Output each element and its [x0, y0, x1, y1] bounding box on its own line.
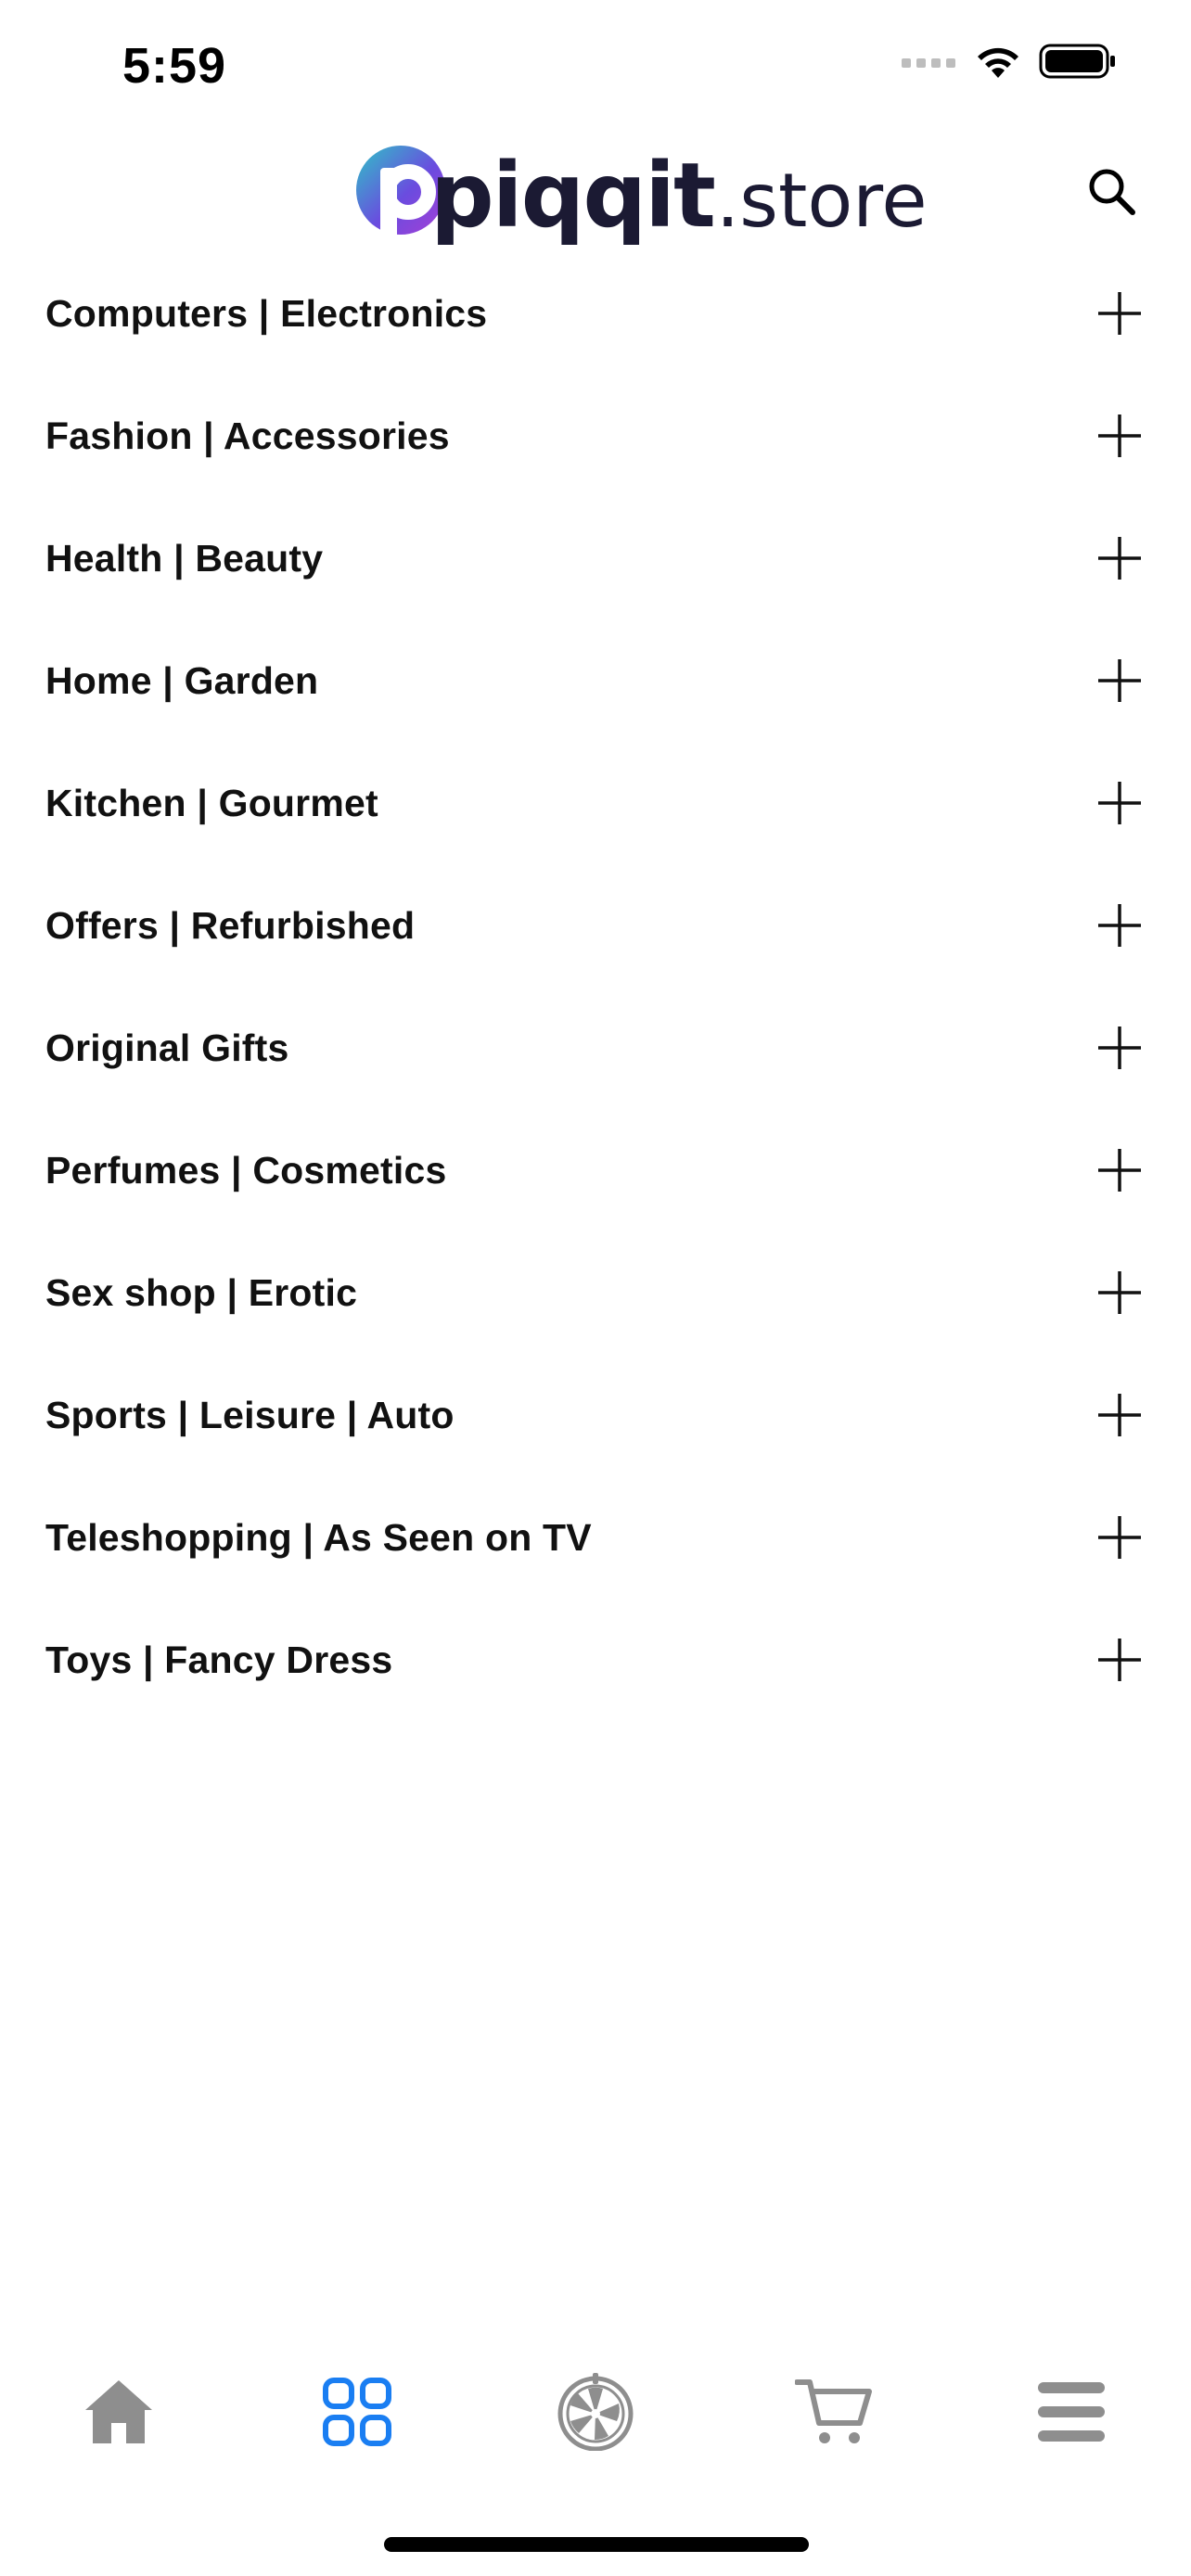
category-item[interactable]: Sports | Leisure | Auto — [0, 1354, 1191, 1476]
category-item[interactable]: Offers | Refurbished — [0, 864, 1191, 987]
category-item[interactable]: Toys | Fancy Dress — [0, 1599, 1191, 1721]
piqqit-logo[interactable]: piqqit .store — [354, 141, 928, 250]
search-icon — [1086, 166, 1138, 223]
category-label: Teleshopping | As Seen on TV — [45, 1515, 592, 1559]
category-list: Computers | Electronics Fashion | Access… — [0, 252, 1191, 1721]
expand-plus-icon[interactable] — [1095, 533, 1145, 583]
grid-icon — [322, 2377, 392, 2452]
category-label: Health | Beauty — [45, 536, 324, 580]
search-button[interactable] — [1080, 161, 1145, 226]
category-item[interactable]: Perfumes | Cosmetics — [0, 1109, 1191, 1231]
tab-cart[interactable] — [783, 2363, 885, 2465]
status-time: 5:59 — [122, 38, 227, 94]
cart-icon — [794, 2377, 873, 2452]
wifi-icon — [974, 43, 1022, 84]
tab-menu[interactable] — [1020, 2363, 1122, 2465]
home-indicator — [384, 2537, 809, 2552]
category-item[interactable]: Original Gifts — [0, 987, 1191, 1109]
wheel-icon — [557, 2372, 634, 2455]
category-label: Fashion | Accessories — [45, 414, 450, 457]
category-item[interactable]: Computers | Electronics — [0, 252, 1191, 375]
tab-wheel[interactable] — [544, 2363, 647, 2465]
expand-plus-icon[interactable] — [1095, 656, 1145, 706]
logo-suffix: .store — [715, 158, 928, 244]
expand-plus-icon[interactable] — [1095, 1268, 1145, 1318]
expand-plus-icon[interactable] — [1095, 778, 1145, 828]
category-label: Sex shop | Erotic — [45, 1270, 358, 1314]
expand-plus-icon[interactable] — [1095, 1390, 1145, 1440]
category-item[interactable]: Health | Beauty — [0, 497, 1191, 619]
status-icons — [902, 43, 1117, 84]
status-bar: 5:59 — [0, 0, 1191, 130]
expand-plus-icon[interactable] — [1095, 1145, 1145, 1195]
logo-wordmark: piqqit — [430, 144, 716, 248]
category-label: Offers | Refurbished — [45, 903, 416, 947]
battery-icon — [1039, 43, 1117, 84]
home-icon — [83, 2378, 154, 2450]
expand-plus-icon[interactable] — [1095, 1512, 1145, 1562]
bottom-tab-bar — [0, 2363, 1191, 2465]
category-label: Home | Garden — [45, 658, 319, 702]
menu-icon — [1036, 2380, 1107, 2448]
category-label: Perfumes | Cosmetics — [45, 1148, 447, 1192]
app-header: piqqit .store — [0, 130, 1191, 260]
category-label: Original Gifts — [45, 1026, 289, 1069]
tab-categories[interactable] — [306, 2363, 408, 2465]
expand-plus-icon[interactable] — [1095, 411, 1145, 461]
category-item[interactable]: Sex shop | Erotic — [0, 1231, 1191, 1354]
category-label: Computers | Electronics — [45, 291, 488, 335]
expand-plus-icon[interactable] — [1095, 1023, 1145, 1073]
tab-home[interactable] — [68, 2363, 170, 2465]
signal-dots-icon — [902, 55, 957, 72]
category-item[interactable]: Fashion | Accessories — [0, 375, 1191, 497]
category-item[interactable]: Home | Garden — [0, 619, 1191, 742]
category-item[interactable]: Kitchen | Gourmet — [0, 742, 1191, 864]
expand-plus-icon[interactable] — [1095, 288, 1145, 338]
expand-plus-icon[interactable] — [1095, 1635, 1145, 1685]
category-label: Toys | Fancy Dress — [45, 1638, 393, 1681]
category-label: Sports | Leisure | Auto — [45, 1393, 455, 1436]
expand-plus-icon[interactable] — [1095, 900, 1145, 950]
category-label: Kitchen | Gourmet — [45, 781, 378, 824]
category-item[interactable]: Teleshopping | As Seen on TV — [0, 1476, 1191, 1599]
